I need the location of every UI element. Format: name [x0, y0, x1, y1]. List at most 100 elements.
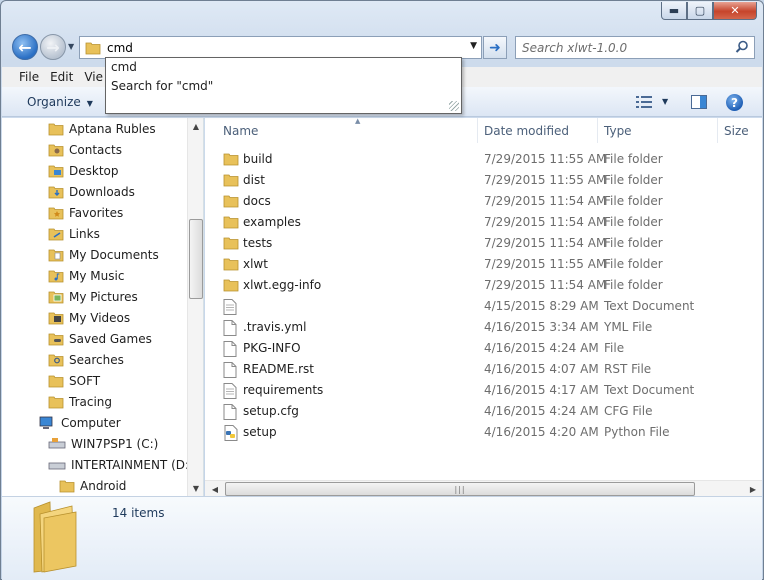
- search-icon[interactable]: [735, 40, 749, 54]
- preview-pane-icon[interactable]: [691, 95, 707, 109]
- file-row[interactable]: build 7/29/2015 11:55 AM File folder: [221, 149, 761, 170]
- address-bar[interactable]: ▼: [79, 36, 482, 59]
- column-header-name[interactable]: Name ▲: [217, 117, 478, 143]
- text-file-icon: [223, 299, 237, 318]
- tree-item-my-videos[interactable]: My Videos: [48, 308, 130, 328]
- autocomplete-item-cmd[interactable]: cmd: [111, 60, 137, 74]
- folder-icon: [223, 173, 239, 190]
- address-autocomplete: cmd Search for "cmd": [105, 57, 462, 114]
- file-row[interactable]: README.rst 4/16/2015 4:07 AM RST File: [221, 359, 761, 380]
- maximize-button[interactable]: ▢: [687, 2, 713, 20]
- file-row[interactable]: setup 4/16/2015 4:20 AM Python File: [221, 422, 761, 443]
- file-list: Name ▲ Date modified Type Size build 7/29…: [205, 117, 762, 496]
- close-button[interactable]: ✕: [713, 2, 757, 20]
- search-input[interactable]: [522, 40, 727, 55]
- file-name: .travis.yml: [243, 320, 307, 334]
- file-row[interactable]: examples 7/29/2015 11:54 AM File folder: [221, 212, 761, 233]
- tree-item-my-documents[interactable]: My Documents: [48, 245, 159, 265]
- menu-view[interactable]: Vie: [84, 70, 103, 84]
- scroll-up-arrow[interactable]: ▲: [188, 118, 204, 134]
- favorites-icon: [48, 207, 64, 220]
- file-date: 4/16/2015 4:07 AM: [484, 362, 599, 376]
- file-type: YML File: [604, 320, 653, 334]
- go-button[interactable]: ➜: [483, 36, 507, 59]
- file-date: 7/29/2015 11:55 AM: [484, 257, 607, 271]
- folder-icon: [48, 396, 64, 409]
- tree-item-links[interactable]: Links: [48, 224, 100, 244]
- computer-icon: [39, 416, 53, 429]
- file-row[interactable]: PKG-INFO 4/16/2015 4:24 AM File: [221, 338, 761, 359]
- column-header-type[interactable]: Type: [598, 118, 718, 143]
- file-date: 4/15/2015 8:29 AM: [484, 299, 599, 313]
- file-row[interactable]: 4/15/2015 8:29 AM Text Document: [221, 296, 761, 317]
- scroll-thumb[interactable]: [189, 219, 203, 299]
- scroll-thumb[interactable]: |||: [225, 482, 695, 496]
- file-name: examples: [243, 215, 301, 229]
- tree-item-favorites[interactable]: Favorites: [48, 203, 123, 223]
- tree-label: Tracing: [69, 395, 113, 409]
- address-input[interactable]: [107, 40, 447, 55]
- go-arrow-icon: ➜: [489, 39, 501, 56]
- file-row[interactable]: docs 7/29/2015 11:54 AM File folder: [221, 191, 761, 212]
- tree-item-downloads[interactable]: Downloads: [48, 182, 135, 202]
- help-icon[interactable]: ?: [726, 94, 743, 111]
- resize-grip[interactable]: [449, 101, 459, 111]
- file-date: 7/29/2015 11:54 AM: [484, 215, 607, 229]
- tree-item-my-pictures[interactable]: My Pictures: [48, 287, 138, 307]
- organize-button[interactable]: Organize ▼: [27, 95, 93, 109]
- views-icon[interactable]: [636, 96, 652, 108]
- autocomplete-item-search[interactable]: Search for "cmd": [111, 79, 213, 93]
- column-header-size[interactable]: Size: [718, 118, 762, 143]
- file-row[interactable]: requirements 4/16/2015 4:17 AM Text Docume…: [221, 380, 761, 401]
- horizontal-scrollbar[interactable]: ◀ ||| ▶: [205, 480, 762, 496]
- address-dropdown-icon[interactable]: ▼: [470, 41, 477, 51]
- tree-item-saved-games[interactable]: Saved Games: [48, 329, 152, 349]
- back-arrow-icon: ←: [18, 37, 32, 57]
- menu-edit[interactable]: Edit: [50, 70, 73, 84]
- forward-button[interactable]: →: [40, 34, 66, 60]
- file-row[interactable]: xlwt 7/29/2015 11:55 AM File folder: [221, 254, 761, 275]
- tree-item-drive-c[interactable]: WIN7PSP1 (C:): [48, 434, 158, 454]
- recent-pages-dropdown[interactable]: ▼: [68, 42, 74, 51]
- minimize-button[interactable]: ▬: [661, 2, 687, 20]
- folder-icon: [223, 278, 239, 295]
- file-row[interactable]: tests 7/29/2015 11:54 AM File folder: [221, 233, 761, 254]
- tree-item-desktop[interactable]: Desktop: [48, 161, 119, 181]
- views-dropdown-icon[interactable]: ▼: [662, 97, 668, 106]
- folder-icon: [223, 152, 239, 169]
- tree-label: Downloads: [69, 185, 135, 199]
- search-box[interactable]: [515, 36, 755, 59]
- file-type: Text Document: [604, 383, 695, 397]
- column-header-date[interactable]: Date modified: [478, 118, 598, 143]
- file-row[interactable]: dist 7/29/2015 11:55 AM File folder: [221, 170, 761, 191]
- file-type: File: [604, 341, 625, 355]
- tree-item-soft[interactable]: SOFT: [48, 371, 100, 391]
- tree-item-aptana-rubles[interactable]: Aptana Rubles: [48, 119, 156, 139]
- file-name: xlwt.egg-info: [243, 278, 322, 292]
- tree-label: Aptana Rubles: [69, 122, 156, 136]
- file-icon: [223, 320, 237, 339]
- file-name: build: [243, 152, 273, 166]
- documents-icon: [48, 249, 64, 262]
- tree-item-contacts[interactable]: Contacts: [48, 140, 122, 160]
- text-file-icon: [223, 383, 237, 402]
- file-name: PKG-INFO: [243, 341, 301, 355]
- tree-item-searches[interactable]: Searches: [48, 350, 124, 370]
- file-row[interactable]: .travis.yml 4/16/2015 3:34 AM YML File: [221, 317, 761, 338]
- tree-item-drive-d[interactable]: INTERTAINMENT (D:): [48, 455, 194, 475]
- back-button[interactable]: ←: [12, 34, 38, 60]
- tree-item-tracing[interactable]: Tracing: [48, 392, 112, 412]
- navigation-scrollbar[interactable]: ▲ ▼: [187, 118, 203, 496]
- scroll-down-arrow[interactable]: ▼: [188, 480, 204, 496]
- tree-label: Android: [80, 479, 127, 493]
- tree-label: My Pictures: [69, 290, 138, 304]
- tree-item-android[interactable]: Android: [59, 476, 126, 496]
- tree-item-my-music[interactable]: My Music: [48, 266, 124, 286]
- scroll-right-arrow[interactable]: ▶: [745, 481, 761, 497]
- tree-item-computer[interactable]: Computer: [38, 413, 121, 433]
- file-row[interactable]: xlwt.egg-info 7/29/2015 11:54 AM File fold…: [221, 275, 761, 296]
- scroll-left-arrow[interactable]: ◀: [207, 481, 223, 497]
- file-row[interactable]: setup.cfg 4/16/2015 4:24 AM CFG File: [221, 401, 761, 422]
- column-label: Name: [223, 123, 259, 138]
- menu-file[interactable]: File: [19, 70, 39, 84]
